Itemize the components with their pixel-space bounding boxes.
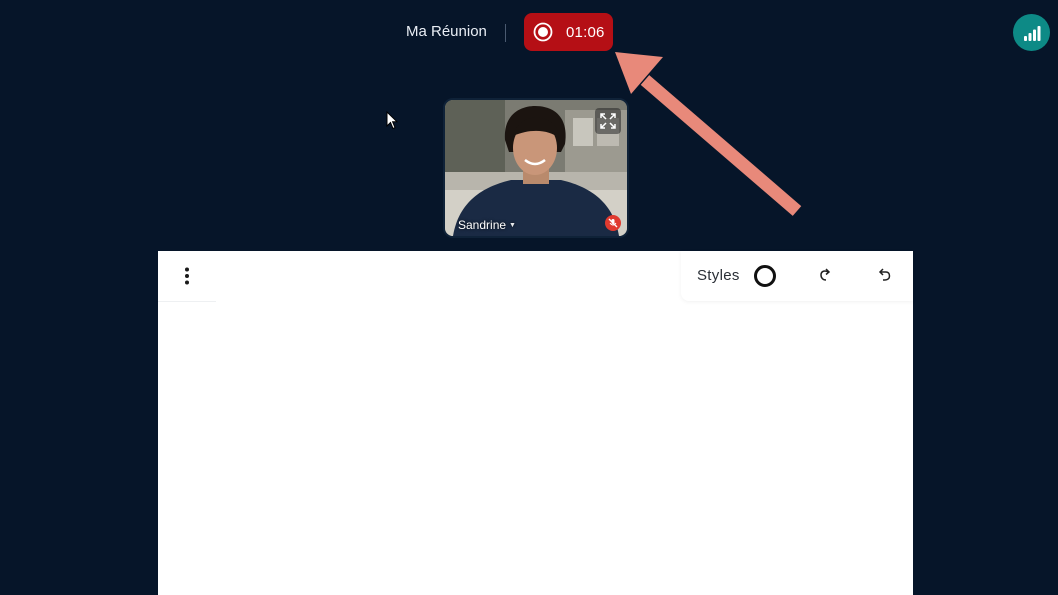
undo-icon[interactable]: [875, 266, 893, 284]
fullscreen-icon: [600, 113, 616, 129]
whiteboard-canvas[interactable]: [158, 302, 913, 595]
whiteboard-menu-button[interactable]: [178, 263, 196, 289]
recording-button[interactable]: 01:06: [524, 13, 613, 51]
whiteboard-toolbar: Styles: [681, 251, 913, 301]
whiteboard-menu-panel: [158, 251, 216, 302]
connection-quality-button[interactable]: [1013, 14, 1050, 51]
signal-bars-icon: [1023, 25, 1040, 41]
recording-timer: 01:06: [566, 23, 605, 41]
chevron-down-icon: ▼: [509, 221, 516, 229]
record-icon: [533, 22, 553, 42]
whiteboard[interactable]: Styles: [158, 251, 913, 595]
mouse-cursor-icon: [386, 111, 398, 130]
styles-button[interactable]: Styles: [697, 267, 740, 284]
meeting-title: Ma Réunion: [406, 23, 487, 40]
redo-icon[interactable]: [816, 266, 834, 284]
participant-name-label[interactable]: Sandrine ▼: [458, 218, 516, 232]
style-color-indicator[interactable]: [754, 265, 776, 287]
participant-name: Sandrine: [458, 218, 507, 232]
participant-video-tile[interactable]: Sandrine ▼: [443, 98, 629, 238]
fullscreen-button[interactable]: [595, 108, 621, 134]
kebab-menu-icon: [185, 267, 189, 285]
mic-off-icon: [605, 215, 621, 231]
title-separator: [505, 24, 506, 42]
top-bar: Ma Réunion 01:06: [0, 0, 1058, 66]
